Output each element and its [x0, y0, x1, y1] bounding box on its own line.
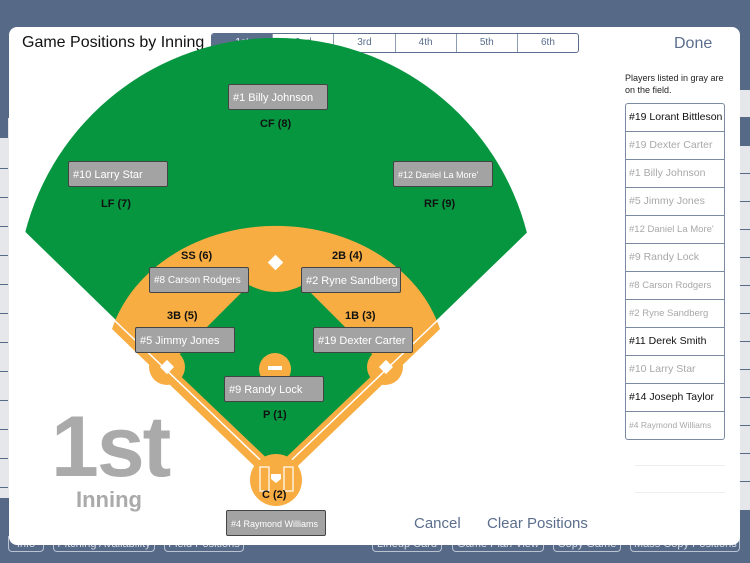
positions-modal: Game Positions by Inning 1st 2nd 3rd 4th… [9, 27, 740, 545]
clear-positions-button[interactable]: Clear Positions [487, 515, 588, 532]
roster-item[interactable]: #12 Daniel La More' [626, 216, 724, 244]
background-cell [0, 401, 8, 430]
roster-item[interactable]: #1 Billy Johnson [626, 160, 724, 188]
background-cell [0, 198, 8, 227]
roster-item[interactable]: #2 Ryne Sandberg [626, 300, 724, 328]
pitcher-rubber [268, 366, 282, 370]
roster-item[interactable]: #5 Jimmy Jones [626, 188, 724, 216]
player-slot-1b[interactable]: #19 Dexter Carter [313, 327, 413, 353]
background-cell [0, 430, 8, 459]
current-inning-word: Inning [76, 487, 142, 512]
roster-item[interactable]: #4 Raymond Williams [626, 412, 724, 439]
background-cell [0, 459, 8, 488]
player-slot-lf[interactable]: #10 Larry Star [68, 161, 168, 187]
done-button[interactable]: Done [674, 35, 712, 53]
roster-item[interactable]: #8 Carson Rodgers [626, 272, 724, 300]
player-slot-c[interactable]: #4 Raymond Williams [226, 510, 326, 536]
player-slot-p[interactable]: #9 Randy Lock [224, 376, 324, 402]
background-cell [0, 169, 8, 198]
position-label-p: P (1) [263, 409, 287, 421]
position-label-ss: SS (6) [181, 250, 213, 262]
player-slot-ss[interactable]: #8 Carson Rodgers [149, 267, 249, 293]
roster-item[interactable]: #11 Derek Smith [626, 328, 724, 356]
position-label-1b: 1B (3) [345, 310, 376, 322]
roster-item[interactable]: #19 Lorant Bittleson [626, 104, 724, 132]
cancel-button[interactable]: Cancel [414, 515, 461, 532]
background-column-header [0, 118, 8, 138]
roster-item[interactable]: #9 Randy Lock [626, 244, 724, 272]
roster-note: Players listed in gray are on the field. [625, 73, 724, 95]
position-label-2b: 2B (4) [332, 250, 363, 262]
roster-list: #19 Lorant Bittleson #19 Dexter Carter #… [625, 103, 725, 440]
player-slot-2b[interactable]: #2 Ryne Sandberg [301, 267, 401, 293]
roster-item[interactable]: #19 Dexter Carter [626, 132, 724, 160]
background-cell [0, 285, 8, 314]
position-label-3b: 3B (5) [167, 310, 198, 322]
position-label-cf: CF (8) [260, 118, 292, 130]
background-cell [0, 314, 8, 343]
position-label-c: C (2) [262, 489, 287, 501]
roster-item[interactable]: #10 Larry Star [626, 356, 724, 384]
roster-separator [635, 465, 725, 466]
background-cell [0, 256, 8, 285]
background-cell [0, 343, 8, 372]
background-cell [0, 140, 8, 169]
background-cell [0, 227, 8, 256]
player-slot-rf[interactable]: #12 Daniel La More' [393, 161, 493, 187]
player-slot-3b[interactable]: #5 Jimmy Jones [135, 327, 235, 353]
player-slot-cf[interactable]: #1 Billy Johnson [228, 84, 328, 110]
roster-item[interactable]: #14 Joseph Taylor [626, 384, 724, 412]
position-label-lf: LF (7) [101, 198, 131, 210]
background-cell [0, 372, 8, 401]
position-label-rf: RF (9) [424, 198, 456, 210]
current-inning-number: 1st [51, 399, 171, 495]
roster-separator [635, 492, 725, 493]
